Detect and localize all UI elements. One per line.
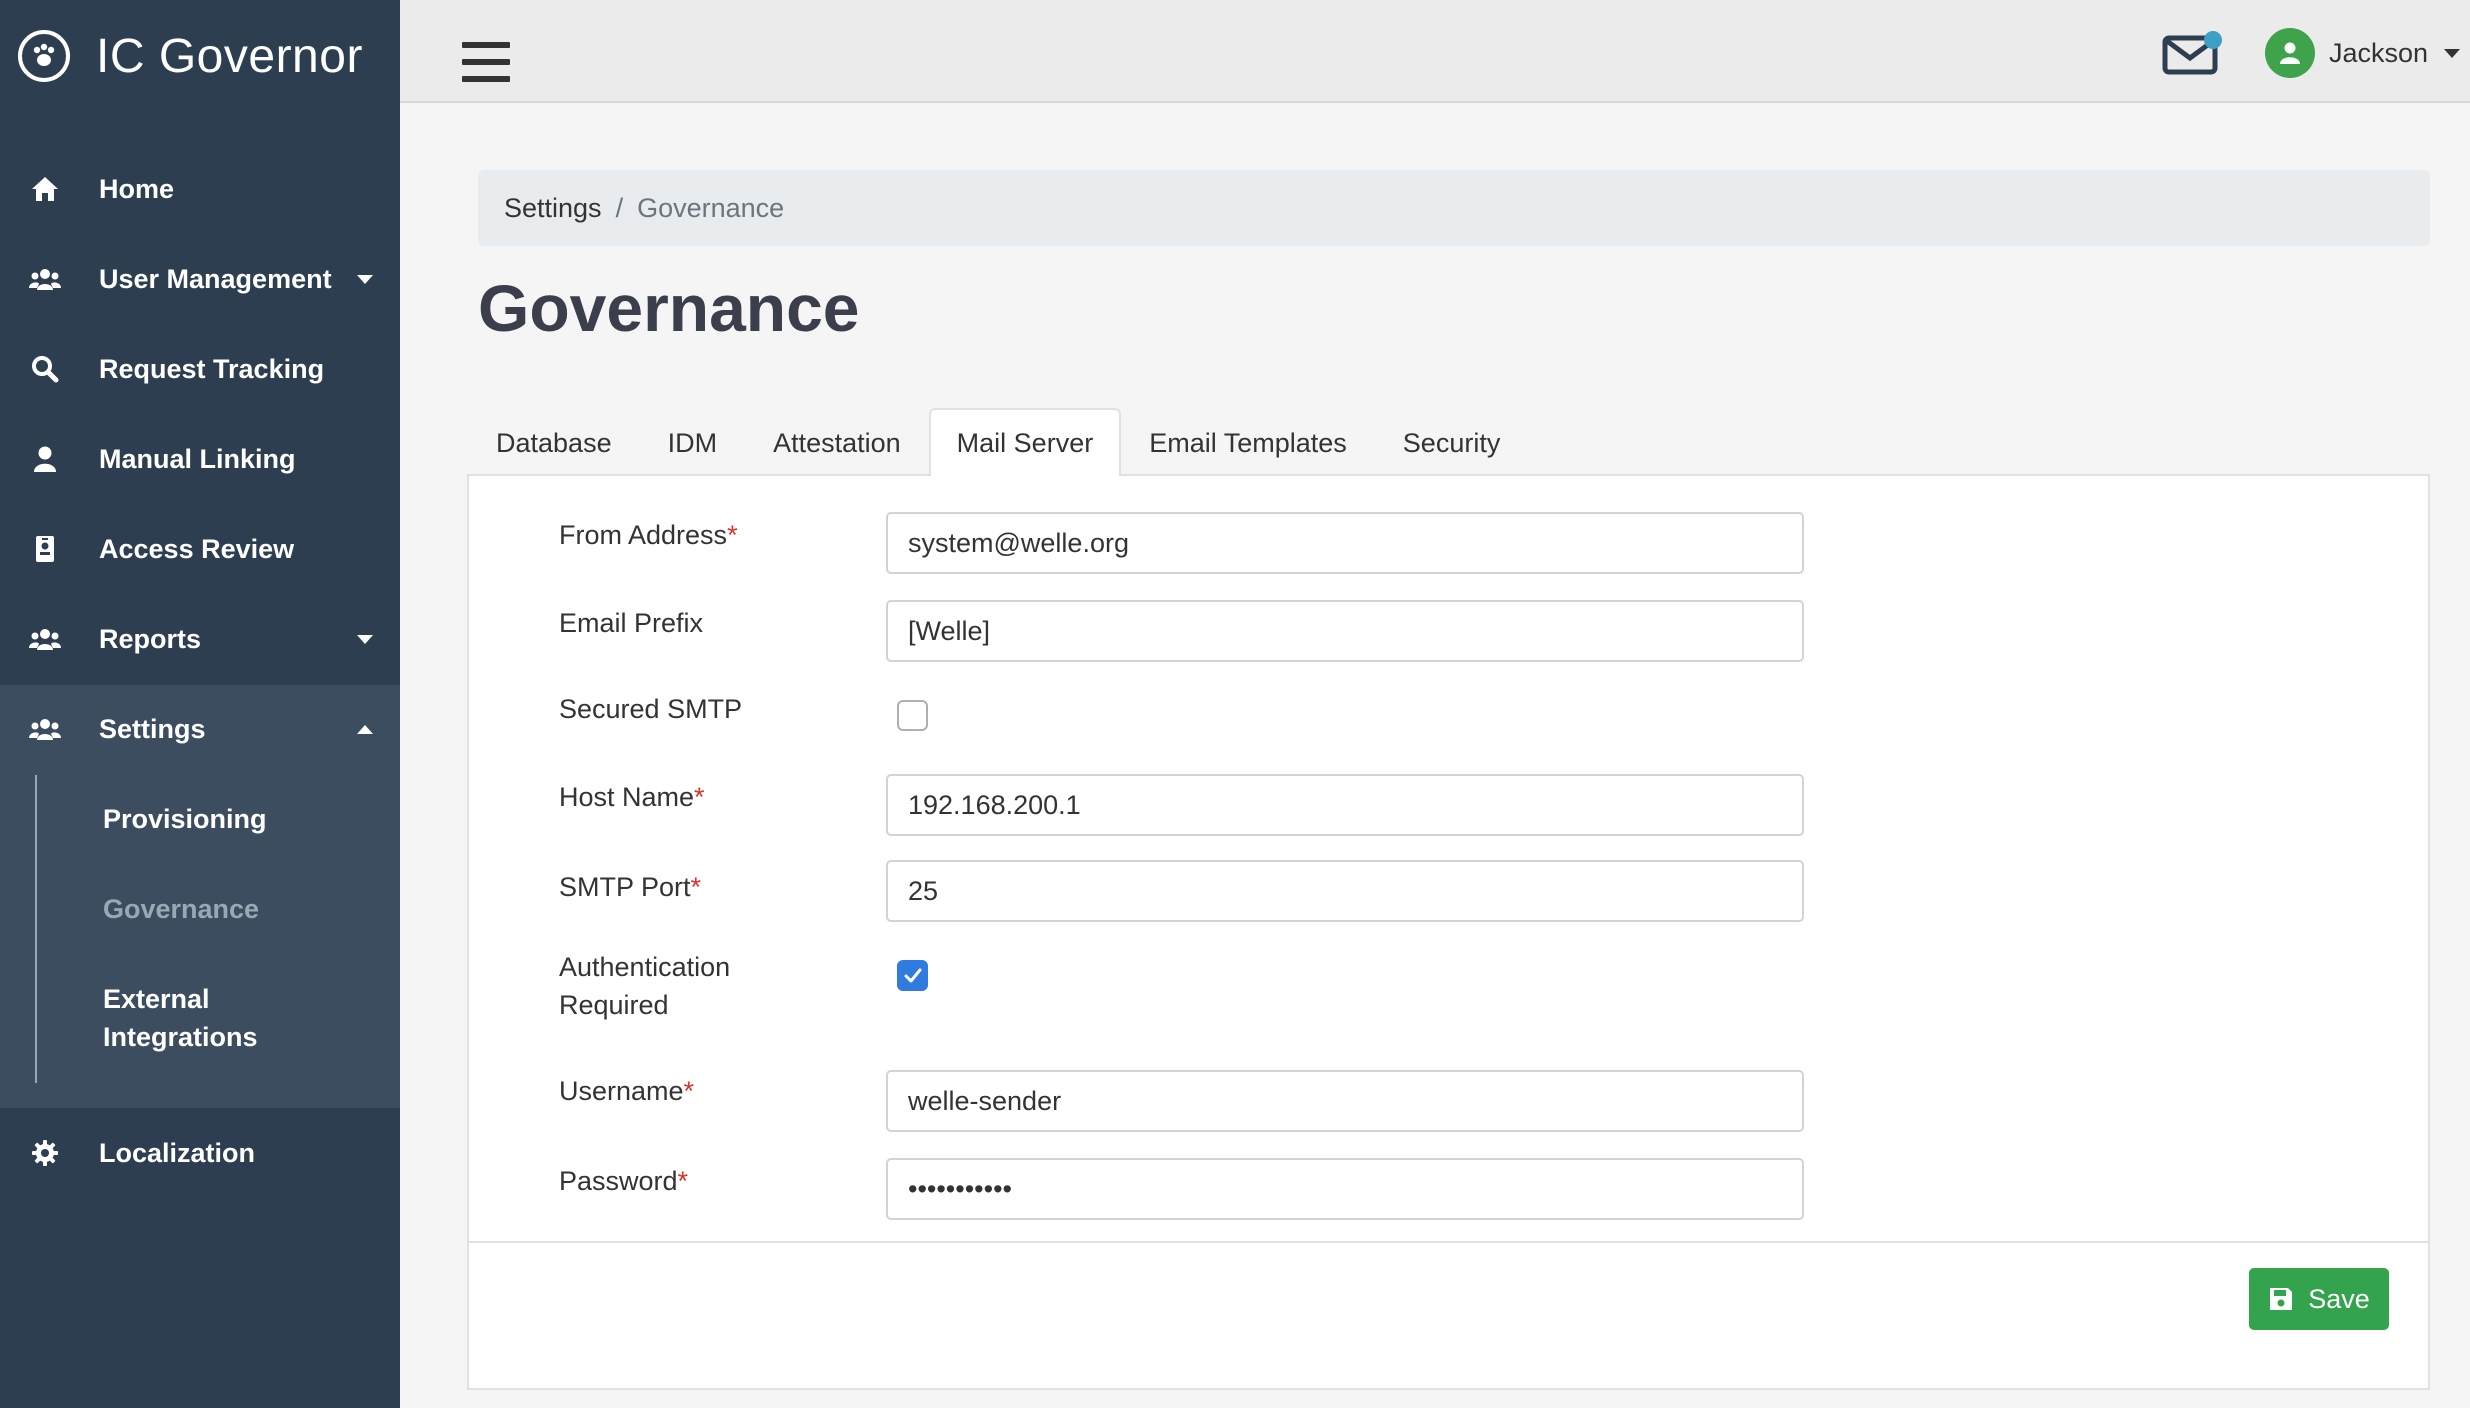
submenu-guide-line	[35, 775, 37, 1083]
username-label: Username*	[559, 1076, 695, 1106]
checkmark-icon	[904, 968, 921, 982]
user-name: Jackson	[2329, 37, 2429, 68]
sidebar-subitem-label: External	[103, 984, 210, 1014]
sidebar-item-label: Localization	[99, 1137, 256, 1168]
tab-attestation[interactable]: Attestation	[745, 408, 929, 476]
host-name-label: Host Name*	[559, 782, 705, 812]
sidebar-item-label: Settings	[99, 713, 206, 744]
sidebar-item-label: Request Tracking	[99, 353, 325, 384]
email-prefix-label: Email Prefix	[559, 608, 704, 638]
sidebar-subitem-governance[interactable]: Governance	[103, 890, 259, 928]
brand[interactable]: IC Governor	[18, 28, 363, 84]
save-button-label: Save	[2308, 1283, 2370, 1314]
tab-email-templates[interactable]: Email Templates	[1121, 408, 1375, 476]
home-icon	[28, 172, 62, 206]
avatar	[2265, 28, 2315, 78]
hamburger-menu-icon[interactable]	[462, 42, 510, 82]
sidebar-item-label: User Management	[99, 263, 332, 294]
host-name-input[interactable]: 192.168.200.1	[886, 774, 1804, 836]
email-prefix-input[interactable]: [Welle]	[886, 600, 1804, 662]
sidebar-item-reports[interactable]: Reports	[0, 594, 400, 684]
top-bar: Jackson	[400, 0, 2470, 103]
chevron-up-icon	[357, 724, 373, 734]
password-label: Password*	[559, 1166, 689, 1196]
secured-smtp-label: Secured SMTP	[559, 694, 743, 724]
tab-security[interactable]: Security	[1375, 408, 1529, 476]
breadcrumb: Settings / Governance	[478, 170, 2430, 246]
app-title: IC Governor	[96, 29, 363, 83]
sidebar-item-user-management[interactable]: User Management	[0, 234, 400, 324]
sidebar-subitem-label: Integrations	[103, 1022, 258, 1052]
sidebar-item-label: Home	[99, 173, 175, 204]
breadcrumb-current: Governance	[637, 192, 785, 223]
sidebar-subitem-external-integrations[interactable]: External Integrations	[103, 980, 258, 1056]
sidebar-item-label: Access Review	[99, 533, 295, 564]
page-title: Governance	[478, 271, 860, 345]
tab-bar: Database IDM Attestation Mail Server Ema…	[468, 408, 1528, 476]
save-button[interactable]: Save	[2249, 1268, 2389, 1330]
auth-required-label: Authentication Required	[559, 952, 731, 1020]
sidebar-item-home[interactable]: Home	[0, 144, 400, 234]
search-icon	[28, 352, 62, 386]
sidebar-item-settings[interactable]: Settings	[0, 684, 400, 774]
breadcrumb-settings-link[interactable]: Settings	[504, 193, 602, 224]
password-input[interactable]: •••••••••••	[886, 1158, 1804, 1220]
id-badge-icon	[28, 532, 62, 566]
paw-logo-icon	[18, 30, 70, 82]
username-input[interactable]: welle-sender	[886, 1070, 1804, 1132]
from-address-input[interactable]: system@welle.org	[886, 512, 1804, 574]
secured-smtp-checkbox[interactable]	[897, 700, 928, 731]
smtp-port-input[interactable]: 25	[886, 860, 1804, 922]
sidebar-subitem-provisioning[interactable]: Provisioning	[103, 800, 267, 838]
notification-badge	[2204, 31, 2222, 49]
user-menu[interactable]: Jackson	[2265, 28, 2461, 78]
tab-database[interactable]: Database	[468, 408, 640, 476]
chevron-down-icon	[357, 634, 373, 644]
tab-mail-server[interactable]: Mail Server	[928, 408, 1122, 476]
chevron-down-icon	[2444, 48, 2461, 58]
chevron-down-icon	[357, 274, 373, 284]
sidebar-item-request-tracking[interactable]: Request Tracking	[0, 324, 400, 414]
floppy-disk-icon	[2270, 1288, 2293, 1310]
sidebar-item-access-review[interactable]: Access Review	[0, 504, 400, 594]
users-icon	[28, 262, 62, 296]
sidebar: IC Governor Home User Management Request…	[0, 0, 400, 1408]
auth-required-checkbox[interactable]	[897, 960, 928, 991]
mail-server-form-card: From Address* system@welle.org Email Pre…	[467, 474, 2430, 1390]
user-icon	[28, 442, 62, 476]
gear-icon	[28, 1136, 62, 1170]
tab-idm[interactable]: IDM	[640, 408, 746, 476]
sidebar-item-label: Reports	[99, 623, 202, 654]
envelope-icon[interactable]	[2162, 30, 2222, 76]
smtp-port-label: SMTP Port*	[559, 872, 702, 902]
sidebar-item-manual-linking[interactable]: Manual Linking	[0, 414, 400, 504]
users-icon	[28, 712, 62, 746]
breadcrumb-separator: /	[615, 192, 624, 223]
sidebar-item-label: Manual Linking	[99, 443, 296, 474]
sidebar-item-localization[interactable]: Localization	[0, 1108, 400, 1198]
users-icon	[28, 622, 62, 656]
card-footer-divider	[469, 1241, 2428, 1243]
from-address-label: From Address*	[559, 520, 738, 550]
